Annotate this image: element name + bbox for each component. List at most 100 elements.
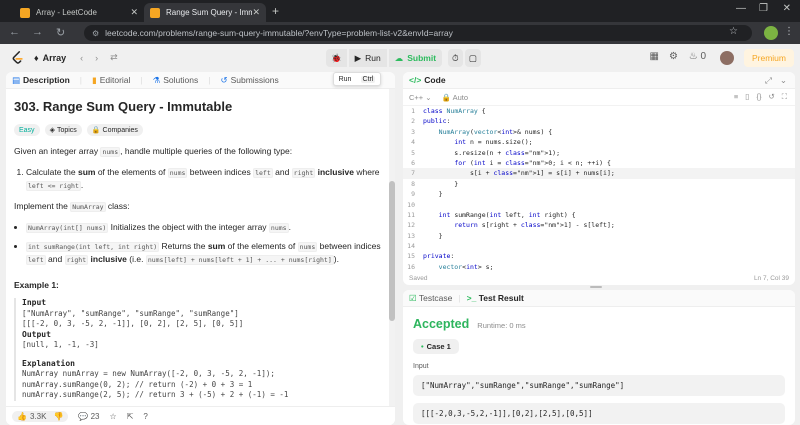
notes-icon[interactable]: ▢ bbox=[464, 49, 481, 67]
window-close-icon[interactable]: ✕ bbox=[783, 3, 791, 14]
profile-avatar[interactable] bbox=[764, 26, 778, 40]
share-icon[interactable]: ⇱ bbox=[127, 412, 134, 421]
layout-icon[interactable]: ▦ bbox=[650, 51, 659, 62]
forward-icon[interactable]: → bbox=[32, 26, 43, 38]
list-item: NumArray(int[] nums) Initializes the obj… bbox=[26, 221, 381, 234]
favorite-star-icon[interactable]: ☆ bbox=[110, 412, 117, 421]
site-info-icon[interactable]: ⚙ bbox=[92, 29, 99, 38]
code-line[interactable]: 3 NumArray(vector<int>& nums) { bbox=[403, 127, 795, 137]
code-line[interactable]: 7 s[i + class="nm">1] = s[i] + nums[i]; bbox=[403, 168, 795, 179]
tab-solutions[interactable]: ⚗ Solutions bbox=[153, 75, 199, 86]
lock-icon: 🔒 bbox=[91, 127, 101, 134]
browser-tab-range-sum[interactable]: Range Sum Query - Immutable ✕ bbox=[144, 3, 266, 22]
collapse-icon[interactable]: ⌄ bbox=[780, 75, 787, 86]
like-button[interactable]: 👍 3.3K 👎 bbox=[12, 410, 69, 422]
close-tab-icon[interactable]: ✕ bbox=[130, 7, 138, 18]
debug-icon[interactable]: 🐞 bbox=[326, 49, 347, 67]
problem-list-nav[interactable]: ♦ Array ‹ › ⇄ bbox=[34, 52, 118, 63]
code-line[interactable]: 8 } bbox=[403, 179, 795, 189]
code-brackets-icon: </> bbox=[409, 75, 422, 85]
example-input-label: Input bbox=[22, 298, 47, 307]
code-text: for (int i = class="nm">0; i < n; ++i) { bbox=[454, 158, 611, 167]
example-explanation-label: Explanation bbox=[22, 358, 75, 368]
url-field[interactable]: ⚙ leetcode.com/problems/range-sum-query-… bbox=[84, 25, 752, 41]
restore-icon[interactable]: ❐ bbox=[759, 3, 768, 14]
reload-icon[interactable]: ↻ bbox=[56, 26, 65, 39]
code-text: s[i + class="nm">1] = s[i] + nums[i]; bbox=[423, 169, 615, 178]
browser-menu-icon[interactable]: ⋮ bbox=[784, 26, 794, 37]
description-scrollbar[interactable] bbox=[389, 89, 395, 406]
companies-tag[interactable]: 🔒 Companies bbox=[86, 124, 143, 136]
tab-divider: | bbox=[79, 75, 83, 85]
cloud-upload-icon: ☁ bbox=[394, 52, 404, 63]
new-tab-icon[interactable]: + bbox=[272, 4, 279, 18]
tab-description[interactable]: ▤ Description bbox=[12, 75, 70, 86]
expand-icon[interactable]: ⤢ bbox=[765, 75, 772, 86]
comments-button[interactable]: 💬 23 bbox=[78, 412, 99, 421]
topics-tag[interactable]: ◈ Topics bbox=[44, 124, 82, 136]
premium-button[interactable]: Premium bbox=[743, 49, 794, 67]
runtime-text: Runtime: 0 ms bbox=[477, 321, 526, 330]
fullscreen-icon[interactable]: ⛶ bbox=[782, 92, 787, 102]
timer-icon[interactable]: ⏱ bbox=[448, 49, 463, 67]
reset-icon[interactable]: ↺ bbox=[768, 92, 774, 102]
example-input-line: ["NumArray", "sumRange", "sumRange", "su… bbox=[22, 308, 239, 318]
tab-submissions[interactable]: ↺ Submissions bbox=[220, 75, 278, 86]
code-line[interactable]: 14 bbox=[403, 241, 795, 251]
streak-counter[interactable]: ♨ 0 bbox=[689, 51, 706, 62]
line-number: 1 bbox=[411, 107, 415, 115]
prev-problem-icon[interactable]: ‹ bbox=[80, 53, 83, 63]
description-footer: 👍 3.3K 👎 💬 23 ☆ ⇱ ? bbox=[6, 406, 395, 425]
scroll-thumb[interactable] bbox=[389, 181, 395, 321]
play-icon: ▶ bbox=[354, 52, 362, 63]
back-icon[interactable]: ← bbox=[9, 26, 20, 38]
leetcode-logo-icon[interactable] bbox=[11, 51, 24, 65]
braces-icon[interactable]: {} bbox=[756, 92, 761, 102]
run-button[interactable]: ▶ Run bbox=[348, 49, 387, 67]
problem-list-icon: ♦ bbox=[34, 52, 39, 63]
code-text: } bbox=[423, 190, 443, 199]
format-icon[interactable]: ≡ bbox=[734, 92, 738, 102]
case-1-button[interactable]: • Case 1 bbox=[413, 339, 459, 354]
thumbs-down-icon[interactable]: 👎 bbox=[53, 412, 63, 421]
line-number: 8 bbox=[411, 179, 415, 188]
bookmark-icon[interactable]: ▯ bbox=[745, 92, 749, 102]
submit-button[interactable]: ☁ Submit bbox=[388, 49, 443, 67]
settings-gear-icon[interactable]: ⚙ bbox=[669, 51, 678, 62]
code-line[interactable]: 13 } bbox=[403, 231, 795, 241]
shuffle-icon[interactable]: ⇄ bbox=[110, 52, 118, 63]
code-line[interactable]: 2 public: bbox=[403, 116, 795, 126]
example-explanation-line: numArray.sumRange(0, 2); // return (-2) … bbox=[22, 379, 253, 389]
code-line[interactable]: 1 class NumArray { bbox=[403, 106, 795, 116]
tab-code[interactable]: Code bbox=[424, 75, 445, 85]
auto-mode-toggle[interactable]: 🔒 Auto bbox=[442, 93, 468, 102]
language-selector[interactable]: C++ ⌄ bbox=[409, 93, 432, 102]
chevron-down-icon: ⌄ bbox=[425, 92, 432, 102]
tab-testcase[interactable]: ☑ Testcase bbox=[409, 293, 452, 304]
tab-divider: | bbox=[140, 75, 143, 85]
user-avatar[interactable] bbox=[720, 51, 734, 65]
terminal-icon: >_ bbox=[466, 293, 477, 303]
tab-test-result[interactable]: >_ Test Result bbox=[467, 293, 524, 303]
next-problem-icon[interactable]: › bbox=[95, 53, 98, 63]
tab-editorial[interactable]: ▮ Editorial bbox=[92, 75, 130, 86]
minimize-icon[interactable]: — bbox=[736, 3, 746, 14]
line-number: 3 bbox=[411, 127, 415, 136]
panel-resize-handle[interactable] bbox=[590, 286, 602, 288]
code-editor[interactable]: 1 class NumArray {2 public: 3 NumArray(vect… bbox=[403, 106, 795, 271]
help-icon[interactable]: ? bbox=[143, 412, 147, 421]
code-line[interactable]: 4 int n = nums.size(); bbox=[403, 137, 795, 147]
code-line[interactable]: 10 bbox=[403, 200, 795, 210]
code-line[interactable]: 11 int sumRange(int left, int right) { bbox=[403, 210, 795, 220]
browser-tab-array[interactable]: Array - LeetCode ✕ bbox=[14, 3, 144, 22]
code-line[interactable]: 9 } bbox=[403, 189, 795, 199]
line-number: 14 bbox=[407, 242, 415, 251]
code-line[interactable]: 15 private: bbox=[403, 251, 795, 261]
code-line[interactable]: 12 return s[right + class="nm">1] - s[le… bbox=[403, 220, 795, 230]
close-tab-icon[interactable]: ✕ bbox=[252, 7, 260, 18]
code-line[interactable]: 6 for (int i = class="nm">0; i < n; ++i)… bbox=[403, 158, 795, 168]
bookmark-star-icon[interactable]: ☆ bbox=[729, 26, 738, 37]
line-number: 11 bbox=[407, 210, 415, 219]
test-result-panel: ☑ Testcase | >_ Test Result Accepted Run… bbox=[403, 290, 795, 425]
code-line[interactable]: 5 s.resize(n + class="nm">1); bbox=[403, 148, 795, 158]
